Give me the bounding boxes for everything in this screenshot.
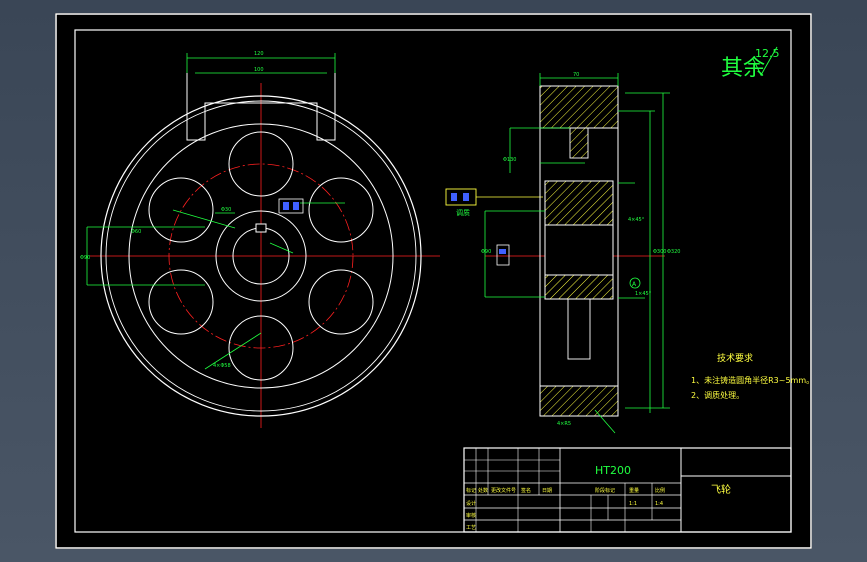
- svg-text:Φ30: Φ30: [221, 207, 231, 213]
- svg-text:处数: 处数: [478, 487, 488, 494]
- part-name-label: 飞轮: [711, 483, 731, 496]
- svg-text:120: 120: [254, 51, 264, 57]
- svg-text:Φ90: Φ90: [80, 255, 90, 261]
- title-block[interactable]: HT200 飞轮 标记 处数 更改文件号 签名 日期 设计 审核 工艺 阶段标记…: [463, 447, 792, 533]
- material-label: HT200: [595, 464, 631, 477]
- svg-text:Φ60: Φ60: [131, 229, 141, 235]
- outer-frame: [55, 13, 812, 549]
- front-dimensions: [86, 53, 345, 370]
- svg-text:Φ320: Φ320: [667, 249, 680, 255]
- svg-text:设计: 设计: [466, 500, 476, 507]
- heat-treat-callout: 调质: [445, 188, 543, 217]
- roughness-symbol: 其余 12.5: [721, 46, 780, 81]
- cad-viewport[interactable]: 其余 12.5 120 100 Φ90 Φ60 Φ30 4×Φ58 调质 70 …: [55, 13, 812, 549]
- tolerance-symbol: [283, 202, 289, 210]
- svg-text:4×45°: 4×45°: [628, 217, 645, 223]
- svg-text:1:1: 1:1: [629, 501, 637, 507]
- section-view[interactable]: 70 Φ320 Φ300 Φ130 Φ90 4×45° 1×45° 4×R5 A: [481, 72, 680, 434]
- rim-top-section: [539, 85, 619, 129]
- tech-req-item-2: 2、调质处理。: [691, 390, 744, 400]
- web-bottom-outline: [567, 298, 591, 360]
- front-view[interactable]: 120 100 Φ90 Φ60 Φ30 4×Φ58: [80, 51, 440, 428]
- keyway: [255, 223, 267, 233]
- svg-text:A: A: [632, 281, 637, 288]
- svg-text:4×R5: 4×R5: [557, 421, 571, 427]
- svg-text:日期: 日期: [542, 488, 552, 494]
- technical-requirements: 技术要求 1、未注铸造圆角半径R3~5mm。 2、调质处理。: [691, 352, 812, 400]
- svg-text:工艺: 工艺: [466, 525, 476, 531]
- web-top-section: [569, 127, 589, 159]
- svg-text:更改文件号: 更改文件号: [491, 487, 516, 494]
- tech-req-title: 技术要求: [717, 352, 753, 364]
- tech-req-item-1: 1、未注铸造圆角半径R3~5mm。: [691, 375, 812, 385]
- svg-text:签名: 签名: [521, 487, 531, 494]
- inner-frame: [74, 29, 792, 533]
- svg-text:1:4: 1:4: [655, 501, 663, 507]
- titleblock-small-labels: 标记 处数 更改文件号 签名 日期 设计 审核 工艺 阶段标记 重量 比例 1:…: [466, 487, 665, 531]
- tolerance-frame: [278, 198, 304, 214]
- svg-text:比例: 比例: [655, 487, 665, 494]
- drawing-canvas[interactable]: 其余 12.5 120 100 Φ90 Φ60 Φ30 4×Φ58 调质 70 …: [55, 13, 812, 549]
- svg-text:阶段标记: 阶段标记: [595, 487, 615, 494]
- svg-text:100: 100: [254, 67, 264, 73]
- bore-section: [544, 224, 614, 276]
- svg-text:1×45°: 1×45°: [635, 291, 652, 297]
- svg-text:标记: 标记: [466, 487, 476, 494]
- svg-text:Φ90: Φ90: [481, 249, 491, 255]
- svg-text:重量: 重量: [629, 487, 639, 494]
- svg-text:4×Φ58: 4×Φ58: [213, 363, 231, 369]
- svg-text:70: 70: [573, 72, 579, 78]
- svg-text:Φ130: Φ130: [503, 157, 516, 163]
- svg-text:审核: 审核: [466, 512, 476, 519]
- rim-bottom-section: [539, 385, 619, 417]
- callout-text: 调质: [456, 208, 470, 217]
- svg-text:Φ300: Φ300: [653, 249, 666, 255]
